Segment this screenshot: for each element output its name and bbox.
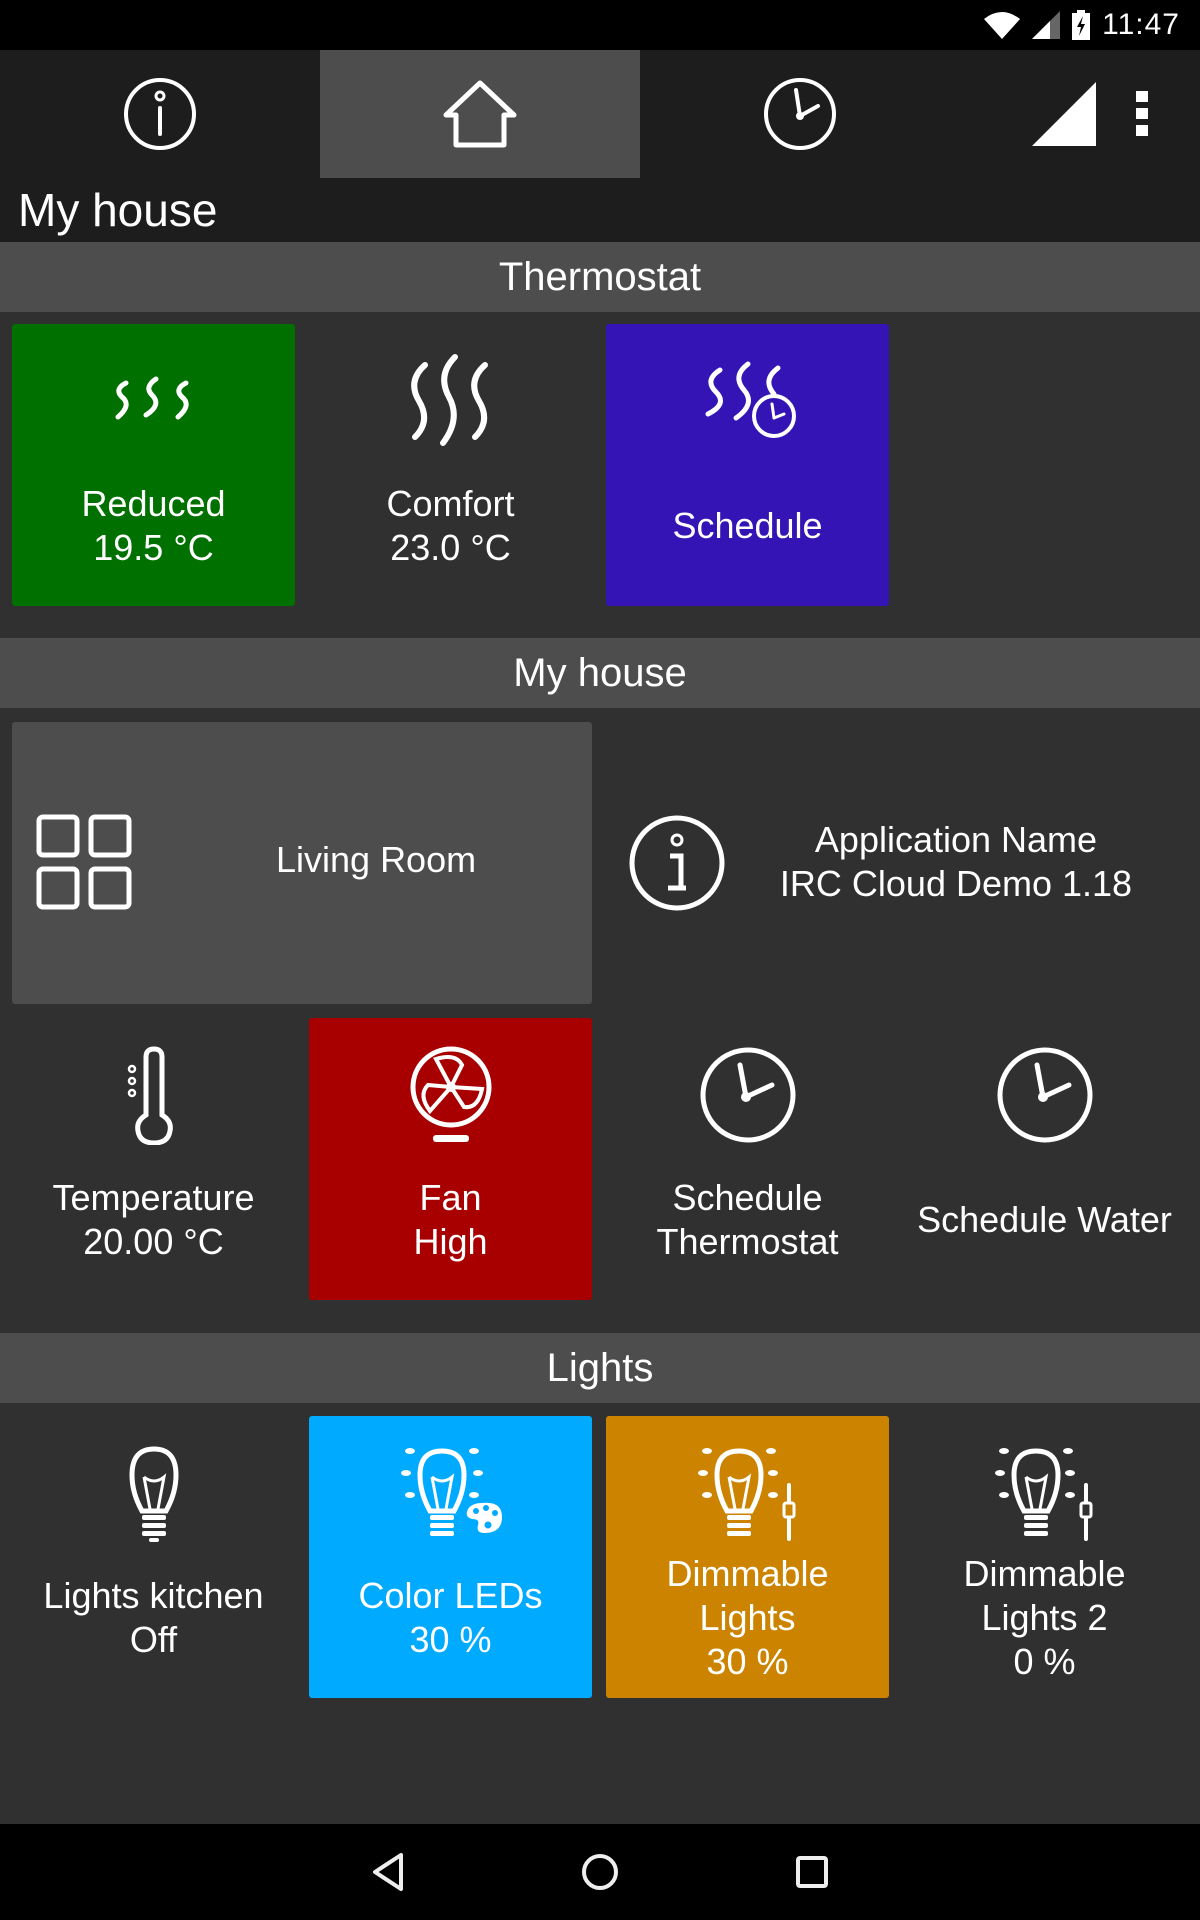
section-header-lights: Lights bbox=[0, 1333, 1200, 1403]
toolbar bbox=[0, 50, 1200, 178]
tile-fan[interactable]: Fan High bbox=[309, 1018, 592, 1300]
tile-value: 30 % bbox=[706, 1641, 789, 1682]
tile-label: Temperature bbox=[52, 1177, 255, 1218]
tile-reduced[interactable]: Reduced 19.5 °C bbox=[12, 324, 295, 606]
clock-icon bbox=[762, 76, 838, 152]
tile-comfort[interactable]: Comfort 23.0 °C bbox=[309, 324, 592, 606]
tile-label-line2: Lights 2 bbox=[981, 1597, 1108, 1638]
info-icon bbox=[122, 76, 198, 152]
tile-label: Color LEDs bbox=[358, 1575, 543, 1616]
home-button-icon[interactable] bbox=[580, 1852, 620, 1892]
tile-dimmable-lights-2[interactable]: Dimmable Lights 2 0 % bbox=[903, 1416, 1186, 1698]
tile-label: Reduced bbox=[81, 483, 226, 524]
tab-info[interactable] bbox=[0, 50, 320, 178]
tile-value: Off bbox=[129, 1619, 178, 1660]
app-info-label: Application Name bbox=[814, 819, 1098, 860]
battery-charging-icon bbox=[1072, 10, 1091, 40]
tile-value: 30 % bbox=[409, 1619, 492, 1660]
tile-label: Dimmable bbox=[666, 1553, 829, 1594]
status-bar: 11:47 bbox=[0, 0, 1200, 50]
thermometer-icon bbox=[12, 1040, 295, 1150]
tile-lights-kitchen[interactable]: Lights kitchen Off bbox=[12, 1416, 295, 1698]
tile-dimmable-lights[interactable]: Dimmable Lights 30 % bbox=[606, 1416, 889, 1698]
recents-icon[interactable] bbox=[795, 1855, 829, 1889]
clock-time: 11:47 bbox=[1102, 8, 1180, 41]
tile-label: Fan bbox=[419, 1177, 482, 1218]
tile-label-line2: Lights bbox=[699, 1597, 796, 1638]
tile-schedule-thermostat[interactable]: Schedule Thermostat bbox=[606, 1018, 889, 1300]
tile-schedule-water[interactable]: Schedule Water bbox=[903, 1018, 1186, 1300]
color-bulb-icon bbox=[309, 1438, 592, 1548]
signal-strength-icon[interactable] bbox=[1032, 82, 1096, 146]
tile-app-info[interactable]: Application Name IRC Cloud Demo 1.18 bbox=[606, 722, 1186, 1004]
tile-label: Comfort bbox=[386, 483, 515, 524]
cell-signal-icon bbox=[1032, 11, 1061, 39]
tile-value: 0 % bbox=[1013, 1641, 1076, 1682]
section-header-my-house: My house bbox=[0, 638, 1200, 708]
tile-value: 20.00 °C bbox=[83, 1221, 224, 1262]
clock-icon bbox=[606, 1040, 889, 1150]
heat-schedule-icon bbox=[606, 346, 889, 456]
rooms-grid-icon bbox=[36, 814, 132, 910]
light-bulb-icon bbox=[12, 1438, 295, 1548]
heat-waves-icon bbox=[309, 346, 592, 456]
tile-label: Living Room bbox=[276, 839, 477, 880]
tile-value: 23.0 °C bbox=[390, 527, 511, 568]
tile-color-leds[interactable]: Color LEDs 30 % bbox=[309, 1416, 592, 1698]
clock-icon bbox=[903, 1040, 1186, 1150]
tab-schedule[interactable] bbox=[640, 50, 960, 178]
back-icon[interactable] bbox=[371, 1852, 405, 1892]
tile-value: 19.5 °C bbox=[93, 527, 214, 568]
dimmable-bulb-icon bbox=[903, 1438, 1186, 1548]
app-info-value: IRC Cloud Demo 1.18 bbox=[779, 863, 1133, 904]
tile-label: Schedule Water bbox=[917, 1199, 1172, 1240]
tile-label: Lights kitchen bbox=[43, 1575, 264, 1616]
system-nav-bar bbox=[0, 1824, 1200, 1920]
tile-value: High bbox=[413, 1221, 488, 1262]
info-icon bbox=[628, 814, 726, 912]
home-icon bbox=[442, 79, 518, 149]
tile-temperature[interactable]: Temperature 20.00 °C bbox=[12, 1018, 295, 1300]
tile-label: Schedule bbox=[672, 1177, 823, 1218]
overflow-menu-icon[interactable] bbox=[1136, 91, 1150, 137]
tab-home[interactable] bbox=[320, 50, 640, 178]
section-header-thermostat: Thermostat bbox=[0, 242, 1200, 312]
fan-icon bbox=[309, 1040, 592, 1150]
tile-schedule[interactable]: Schedule bbox=[606, 324, 889, 606]
tile-label: Schedule bbox=[672, 505, 823, 546]
wifi-icon bbox=[984, 11, 1021, 39]
heat-waves-small-icon bbox=[12, 346, 295, 456]
dimmable-bulb-icon bbox=[606, 1438, 889, 1548]
tile-living-room[interactable]: Living Room bbox=[12, 722, 592, 1004]
page-title: My house bbox=[0, 178, 1200, 242]
tile-label-line2: Thermostat bbox=[656, 1221, 839, 1262]
tile-label: Dimmable bbox=[963, 1553, 1126, 1594]
